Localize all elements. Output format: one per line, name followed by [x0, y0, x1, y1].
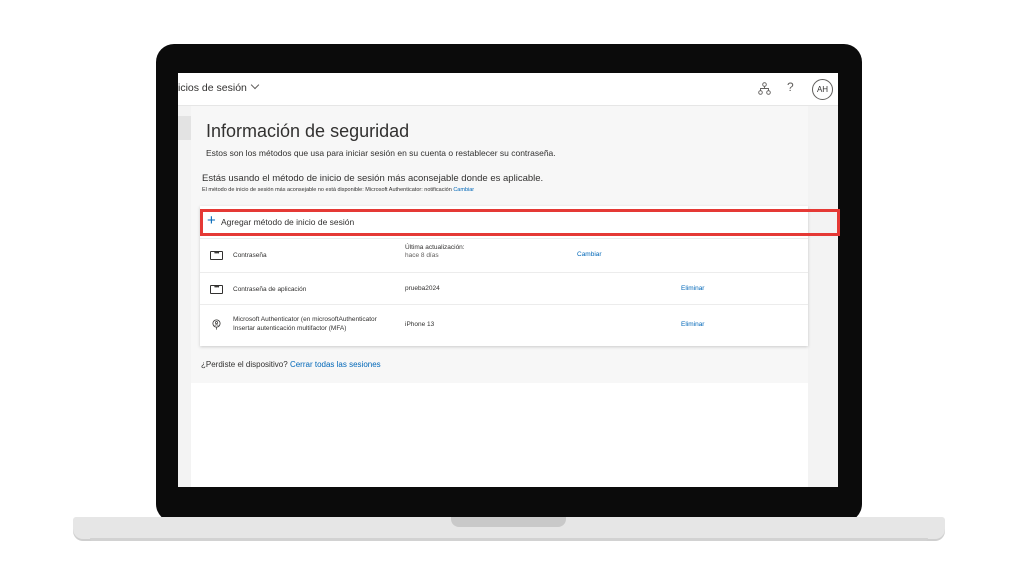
delete-app-password-link[interactable]: Eliminar	[681, 285, 704, 292]
help-icon[interactable]: ?	[787, 80, 794, 94]
highlight-box	[200, 209, 840, 236]
method-name: Contraseña	[233, 252, 267, 259]
lost-device-text: ¿Perdiste el dispositivo? Cerrar todas l…	[201, 360, 381, 369]
page-title: Información de seguridad	[206, 121, 410, 141]
recommendation-text: Estás usando el método de inicio de sesi…	[202, 173, 544, 184]
method-name-line2: Insertar autenticación multifactor (MFA)	[233, 325, 347, 332]
laptop-notch	[451, 517, 566, 527]
change-password-link[interactable]: Cambiar	[577, 251, 602, 258]
authenticator-icon	[212, 319, 221, 330]
avatar[interactable]: AH	[812, 79, 833, 100]
top-bar: icios de sesión ? AH	[178, 73, 838, 106]
recommendation-subtext-label: El método de inicio de sesión más aconse…	[202, 187, 452, 193]
method-detail: prueba2024	[405, 285, 440, 292]
page-description: Estos son los métodos que usa para inici…	[206, 148, 556, 158]
left-rail-selected-item[interactable]	[178, 116, 191, 140]
browser-screen: icios de sesión ? AH Información de segu…	[178, 73, 838, 487]
lost-device-question: ¿Perdiste el dispositivo?	[201, 360, 288, 369]
method-name: Microsoft Authenticator (en microsoftAut…	[233, 315, 377, 333]
breadcrumb-label: icios de sesión	[178, 82, 247, 94]
method-detail: iPhone 13	[405, 321, 435, 328]
password-dots-icon: •••	[210, 285, 223, 294]
organization-icon[interactable]	[758, 82, 771, 95]
left-rail	[178, 106, 191, 487]
chevron-down-icon	[250, 80, 260, 90]
breadcrumb[interactable]: icios de sesión	[178, 80, 260, 94]
method-name-line1: Microsoft Authenticator (en microsoftAut…	[233, 316, 377, 323]
method-detail-label: Última actualización:	[405, 244, 465, 251]
method-row-password: ••• Contraseña Última actualización: hac…	[200, 239, 808, 273]
sign-out-everywhere-link[interactable]: Cerrar todas las sesiones	[290, 360, 381, 369]
method-detail: Última actualización: hace 8 días	[405, 244, 465, 260]
recommendation-subtext: El método de inicio de sesión más aconse…	[202, 187, 474, 193]
laptop-base-edge	[90, 538, 928, 541]
password-dots-icon: •••	[210, 251, 223, 260]
right-margin	[808, 106, 838, 487]
method-detail-sub: hace 8 días	[405, 252, 439, 259]
method-name: Contraseña de aplicación	[233, 286, 307, 293]
change-default-method-link[interactable]: Cambiar	[453, 187, 474, 193]
method-row-authenticator: Microsoft Authenticator (en microsoftAut…	[200, 305, 808, 345]
delete-authenticator-link[interactable]: Eliminar	[681, 321, 704, 328]
method-row-app-password: ••• Contraseña de aplicación prueba2024 …	[200, 273, 808, 305]
